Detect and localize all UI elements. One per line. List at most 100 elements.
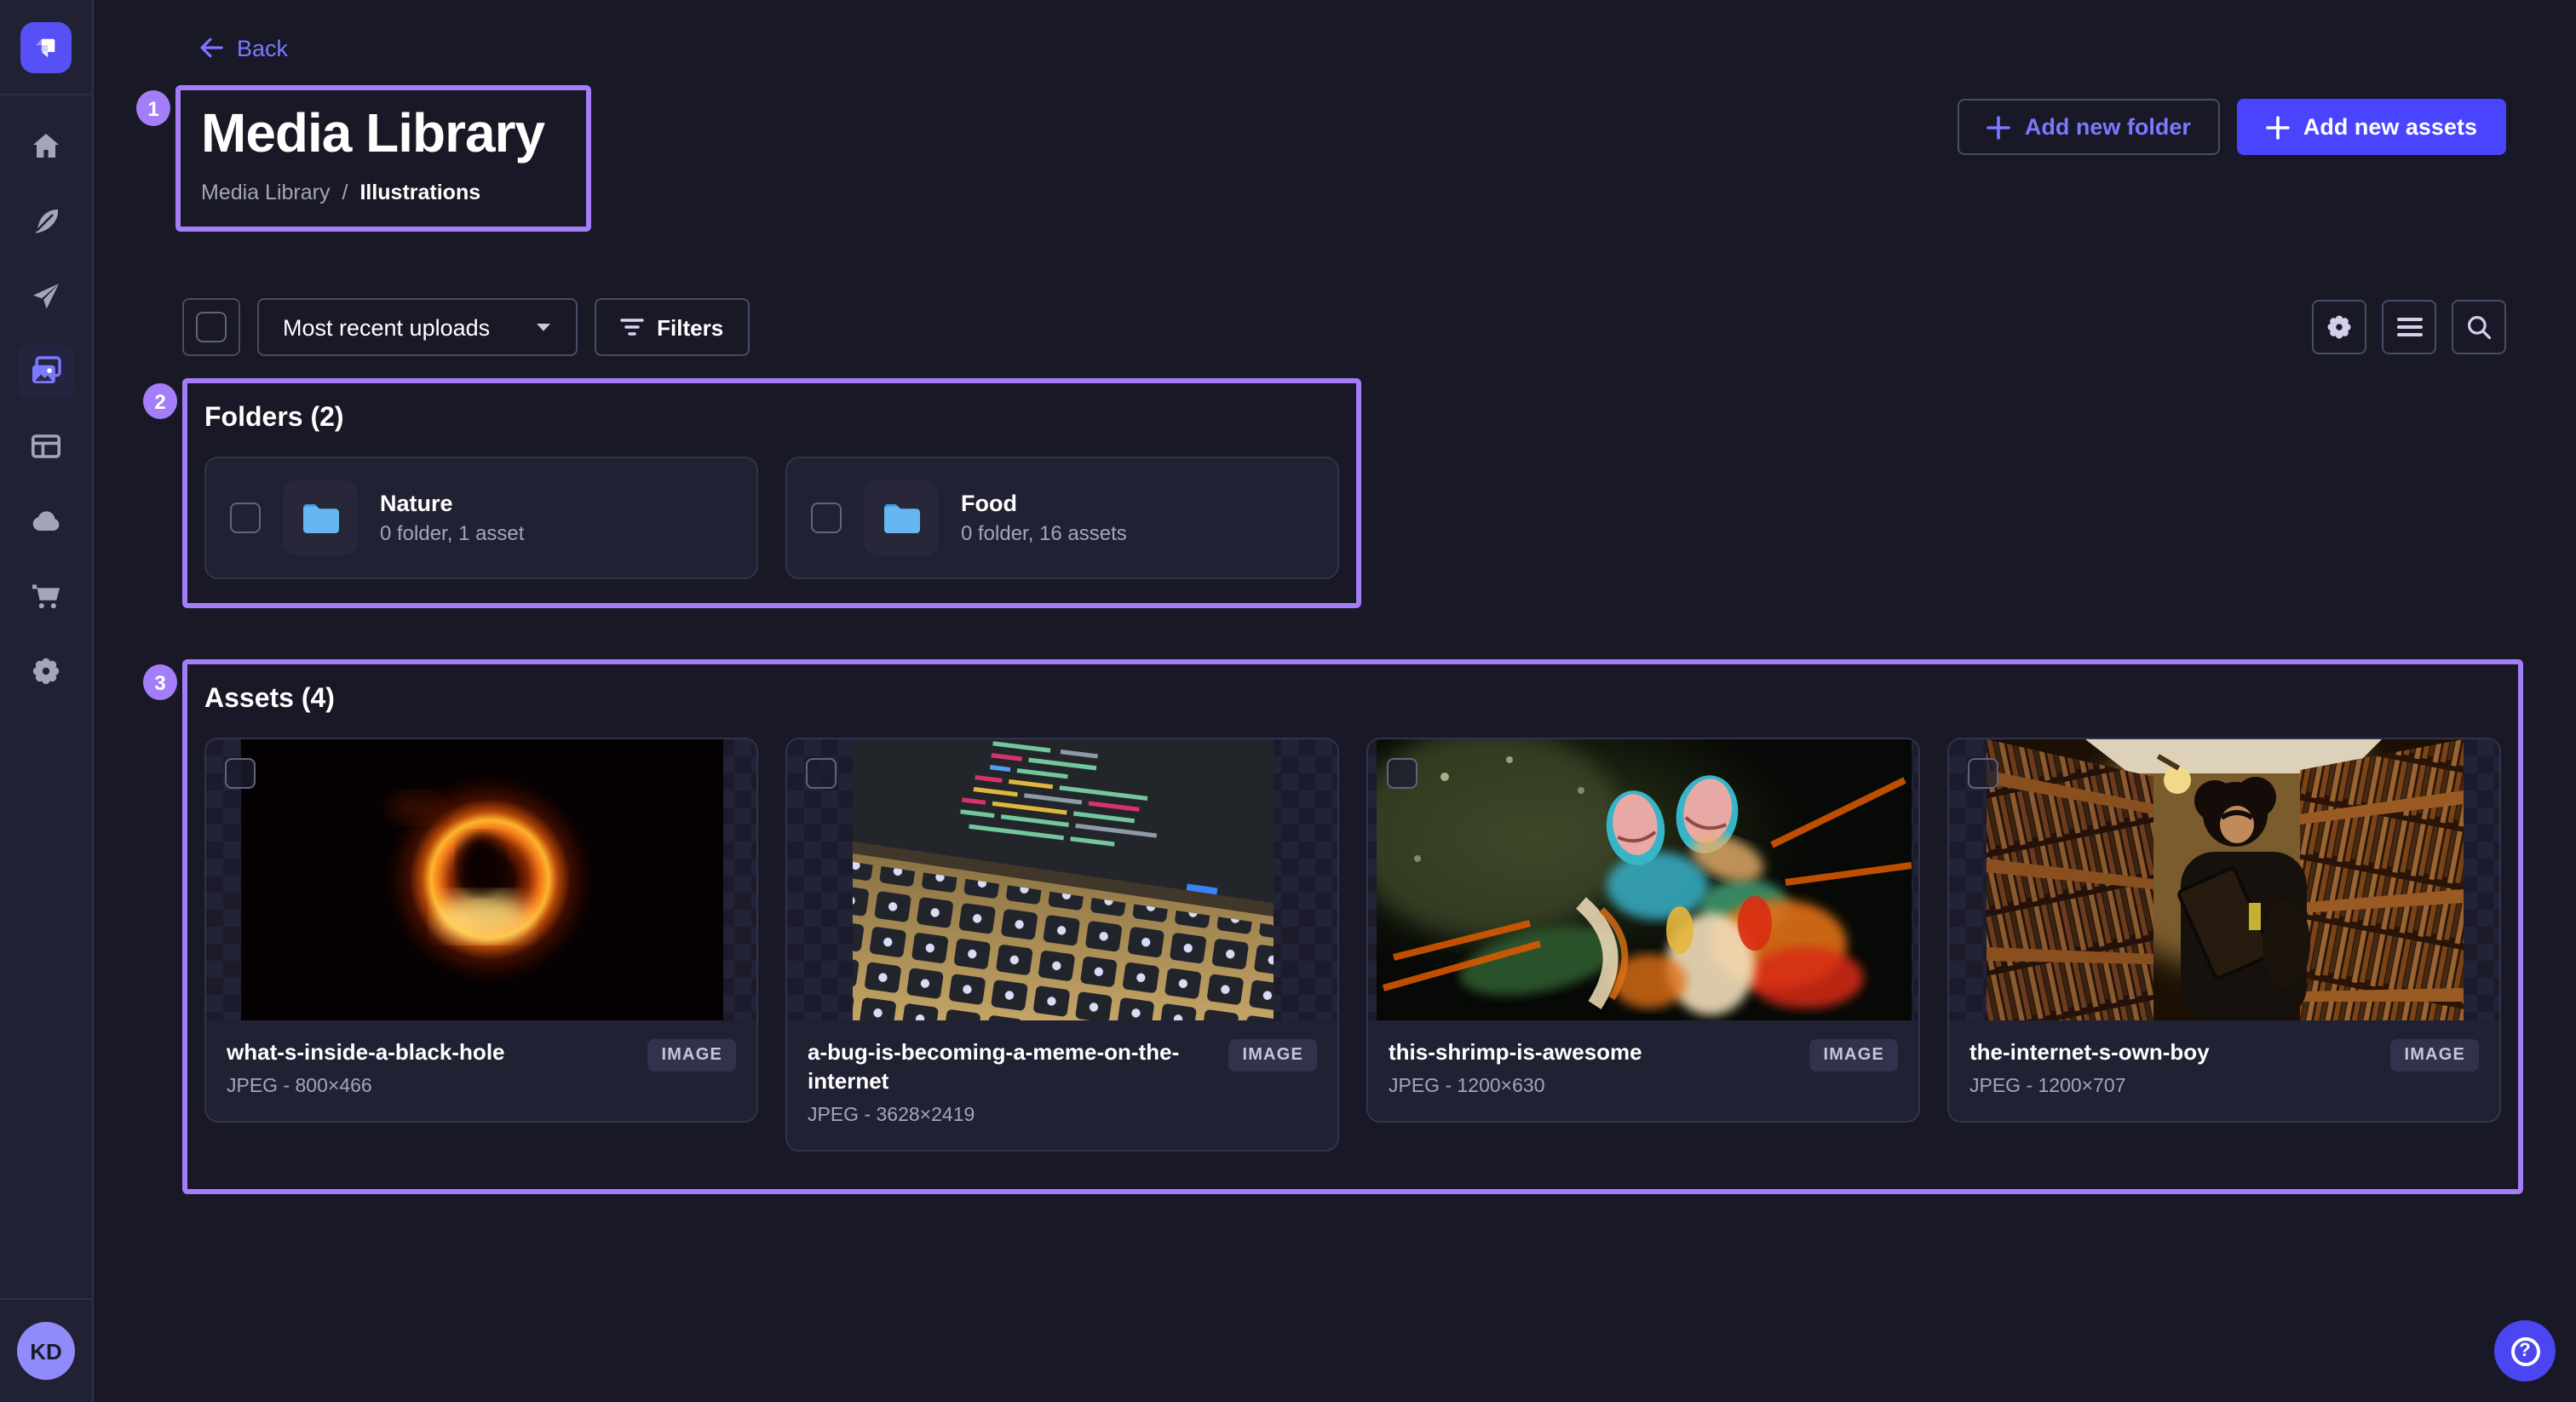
asset-card-shrimp[interactable]: this-shrimp-is-awesome JPEG - 1200×630 I… [1366, 738, 1920, 1123]
asset-info: what-s-inside-a-black-hole JPEG - 800×46… [227, 1039, 505, 1097]
gear-icon [31, 656, 61, 687]
asset-checkbox[interactable] [806, 758, 837, 789]
folder-card-food[interactable]: Food 0 folder, 16 assets [785, 457, 1339, 579]
plus-icon [2266, 115, 2290, 139]
plus-icon [1987, 115, 2011, 139]
media-library-icon [31, 356, 61, 387]
feather-icon [31, 206, 61, 237]
asset-checkbox[interactable] [1968, 758, 1998, 789]
asset-title: the-internet-s-own-boy [1969, 1039, 2210, 1068]
user-avatar[interactable]: KD [17, 1322, 75, 1380]
back-arrow-icon [196, 34, 223, 61]
view-settings-button[interactable] [2312, 300, 2366, 354]
sort-dropdown[interactable]: Most recent uploads [257, 298, 577, 356]
asset-thumbnail [206, 739, 756, 1020]
strapi-logo[interactable] [20, 22, 72, 73]
folder-checkbox[interactable] [230, 503, 261, 533]
folder-info: Food 0 folder, 16 assets [961, 491, 1127, 545]
asset-footer: this-shrimp-is-awesome JPEG - 1200×630 I… [1368, 1020, 1918, 1121]
add-new-folder-button[interactable]: Add new folder [1958, 99, 2220, 155]
library-portrait-image [1986, 739, 2463, 1020]
header-actions: Add new folder Add new assets [1958, 99, 2506, 155]
asset-card-bug-meme[interactable]: a-bug-is-becoming-a-meme-on-the-internet… [785, 738, 1339, 1152]
header-row: 1 Media Library Media Library / Illustra… [182, 85, 2506, 232]
annotation-badge-2: 2 [143, 383, 177, 419]
asset-meta: JPEG - 800×466 [227, 1077, 505, 1097]
folder-card-nature[interactable]: Nature 0 folder, 1 asset [204, 457, 758, 579]
sidebar: KD [0, 0, 94, 1402]
asset-footer: the-internet-s-own-boy JPEG - 1200×707 I… [1949, 1020, 2499, 1121]
list-view-button[interactable] [2382, 300, 2436, 354]
folder-info: Nature 0 folder, 1 asset [380, 491, 524, 545]
asset-type-badge: IMAGE [1228, 1039, 1317, 1072]
sidebar-item-deploy[interactable] [19, 494, 73, 549]
folder-meta: 0 folder, 1 asset [380, 521, 524, 545]
folder-icon [883, 502, 920, 534]
asset-checkbox[interactable] [1387, 758, 1417, 789]
sidebar-item-releases[interactable] [19, 269, 73, 324]
filters-button[interactable]: Filters [594, 298, 749, 356]
asset-grid: what-s-inside-a-black-hole JPEG - 800×46… [204, 738, 2501, 1152]
search-button[interactable] [2452, 300, 2506, 354]
sidebar-footer: KD [0, 1298, 92, 1402]
asset-thumbnail [1368, 739, 1918, 1020]
asset-title: this-shrimp-is-awesome [1389, 1039, 1642, 1068]
sidebar-item-marketplace[interactable] [19, 569, 73, 623]
breadcrumb-current: Illustrations [359, 181, 480, 204]
folder-grid: Nature 0 folder, 1 asset Food 0 fo [204, 457, 1339, 579]
select-all-checkbox[interactable] [196, 312, 227, 342]
asset-thumbnail [1949, 739, 2499, 1020]
assets-heading: Assets (4) [204, 685, 2501, 715]
sort-dropdown-value: Most recent uploads [283, 314, 490, 340]
sidebar-item-settings[interactable] [19, 644, 73, 698]
asset-checkbox[interactable] [225, 758, 256, 789]
paper-plane-icon [31, 281, 61, 312]
folder-meta: 0 folder, 16 assets [961, 521, 1127, 545]
select-all-button[interactable] [182, 298, 240, 356]
layout-icon [31, 431, 61, 462]
asset-title: what-s-inside-a-black-hole [227, 1039, 505, 1068]
sidebar-item-home[interactable] [19, 119, 73, 174]
chevron-down-icon [534, 321, 551, 333]
sidebar-item-content[interactable] [19, 194, 73, 249]
sidebar-item-media-library[interactable] [19, 344, 73, 399]
asset-meta: JPEG - 3628×2419 [808, 1106, 1215, 1126]
add-new-assets-button[interactable]: Add new assets [2237, 99, 2506, 155]
home-icon [31, 131, 61, 162]
strapi-logo-icon [27, 29, 65, 66]
sidebar-nav [19, 95, 73, 698]
main-content: Back 1 Media Library Media Library / Ill… [94, 0, 2576, 1402]
asset-card-internet-own-boy[interactable]: the-internet-s-own-boy JPEG - 1200×707 I… [1947, 738, 2501, 1123]
asset-type-badge: IMAGE [1809, 1039, 1898, 1072]
toolbar-right [2312, 300, 2506, 354]
asset-footer: a-bug-is-becoming-a-meme-on-the-internet… [787, 1020, 1337, 1150]
app-root: KD Back 1 Media Library Media Library / … [0, 0, 2576, 1402]
folder-tile [283, 480, 358, 555]
breadcrumb-parent[interactable]: Media Library [201, 181, 330, 204]
help-button[interactable]: ? [2494, 1320, 2556, 1382]
asset-info: the-internet-s-own-boy JPEG - 1200×707 [1969, 1039, 2210, 1097]
folder-icon [302, 502, 339, 534]
assets-section: 3 Assets (4) [182, 659, 2523, 1194]
folder-checkbox[interactable] [811, 503, 842, 533]
asset-thumbnail [787, 739, 1337, 1020]
toolbar: Most recent uploads Filters [182, 298, 2506, 356]
sidebar-item-content-manager[interactable] [19, 419, 73, 474]
laptop-code-image [852, 739, 1273, 1020]
asset-info: this-shrimp-is-awesome JPEG - 1200×630 [1389, 1039, 1642, 1097]
asset-title: a-bug-is-becoming-a-meme-on-the-internet [808, 1039, 1215, 1097]
asset-card-black-hole[interactable]: what-s-inside-a-black-hole JPEG - 800×46… [204, 738, 758, 1123]
annotated-title-region: 1 Media Library Media Library / Illustra… [175, 85, 590, 232]
search-icon [2465, 313, 2493, 341]
add-new-assets-label: Add new assets [2303, 114, 2477, 140]
asset-type-badge: IMAGE [2390, 1039, 2479, 1072]
gear-icon [2326, 313, 2353, 341]
asset-meta: JPEG - 1200×707 [1969, 1077, 2210, 1097]
folder-name: Food [961, 491, 1127, 516]
back-link[interactable]: Back [196, 34, 288, 61]
folders-heading: Folders (2) [204, 404, 1339, 434]
folders-section: 2 Folders (2) Nature 0 folder, 1 asset [182, 378, 1361, 608]
filter-icon [619, 317, 643, 337]
folder-tile [864, 480, 939, 555]
question-mark-icon: ? [2510, 1336, 2539, 1365]
